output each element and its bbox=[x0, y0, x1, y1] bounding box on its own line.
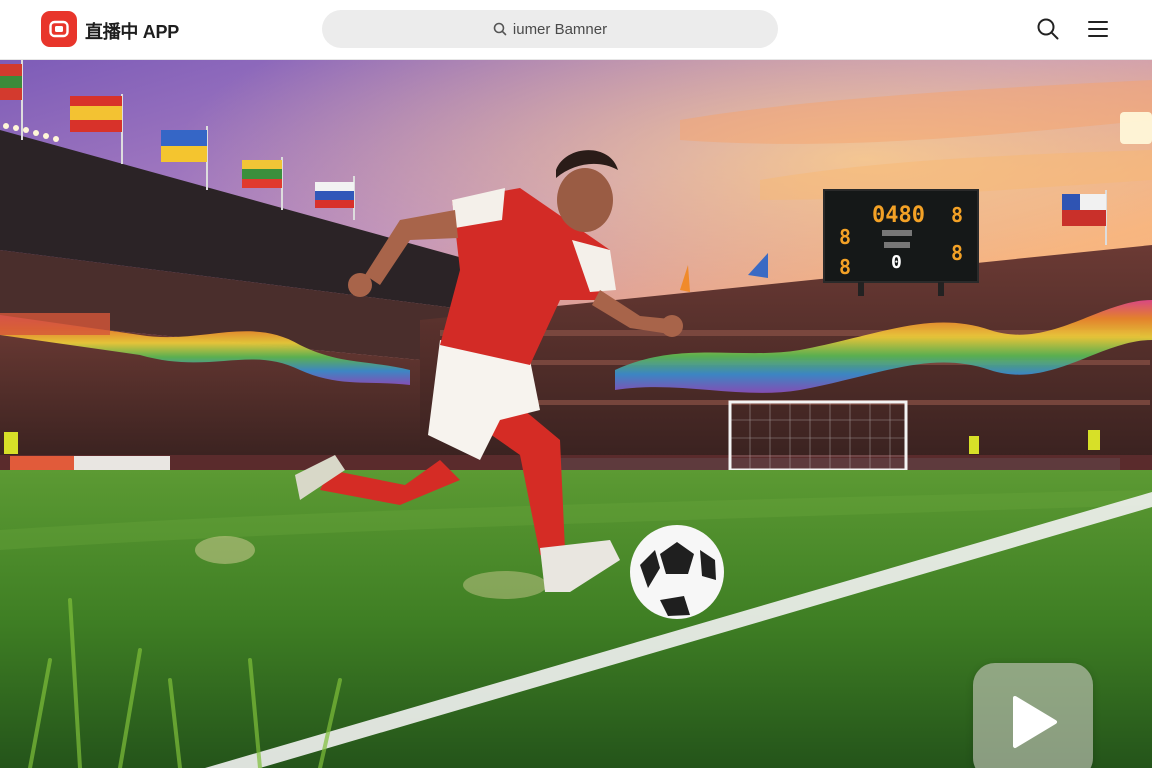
scoreboard-left-bottom: 8 bbox=[839, 255, 851, 279]
search-placeholder: iumer Bamner bbox=[512, 20, 608, 38]
play-button[interactable] bbox=[973, 663, 1093, 768]
search-button[interactable] bbox=[1033, 14, 1063, 44]
live-app-logo-icon bbox=[49, 20, 69, 38]
app-logo[interactable] bbox=[41, 11, 77, 47]
scoreboard-left-score: 8 bbox=[839, 225, 851, 249]
stadium-scene-image: 0480 8 8 8 0 8 bbox=[0, 60, 1152, 768]
menu-button[interactable] bbox=[1083, 14, 1113, 44]
scoreboard-right-bottom: 8 bbox=[951, 241, 963, 265]
app-name: 直播中 APP bbox=[85, 22, 179, 42]
scoreboard: 0480 8 8 8 0 8 bbox=[823, 189, 979, 296]
hero-banner[interactable]: 0480 8 8 8 0 8 bbox=[0, 60, 1152, 768]
search-input[interactable]: iumer Bamner bbox=[322, 10, 778, 48]
scoreboard-top-value: 0480 bbox=[872, 203, 925, 228]
search-icon bbox=[1037, 18, 1059, 40]
search-icon bbox=[493, 22, 507, 36]
scoreboard-right-score: 8 bbox=[951, 203, 963, 227]
soccer-ball bbox=[630, 525, 724, 619]
top-navigation-bar: 直播中 APP iumer Bamner bbox=[0, 0, 1152, 60]
hamburger-menu-icon bbox=[1088, 21, 1108, 37]
play-icon bbox=[1013, 695, 1057, 748]
scoreboard-middle: 0 bbox=[891, 252, 902, 273]
